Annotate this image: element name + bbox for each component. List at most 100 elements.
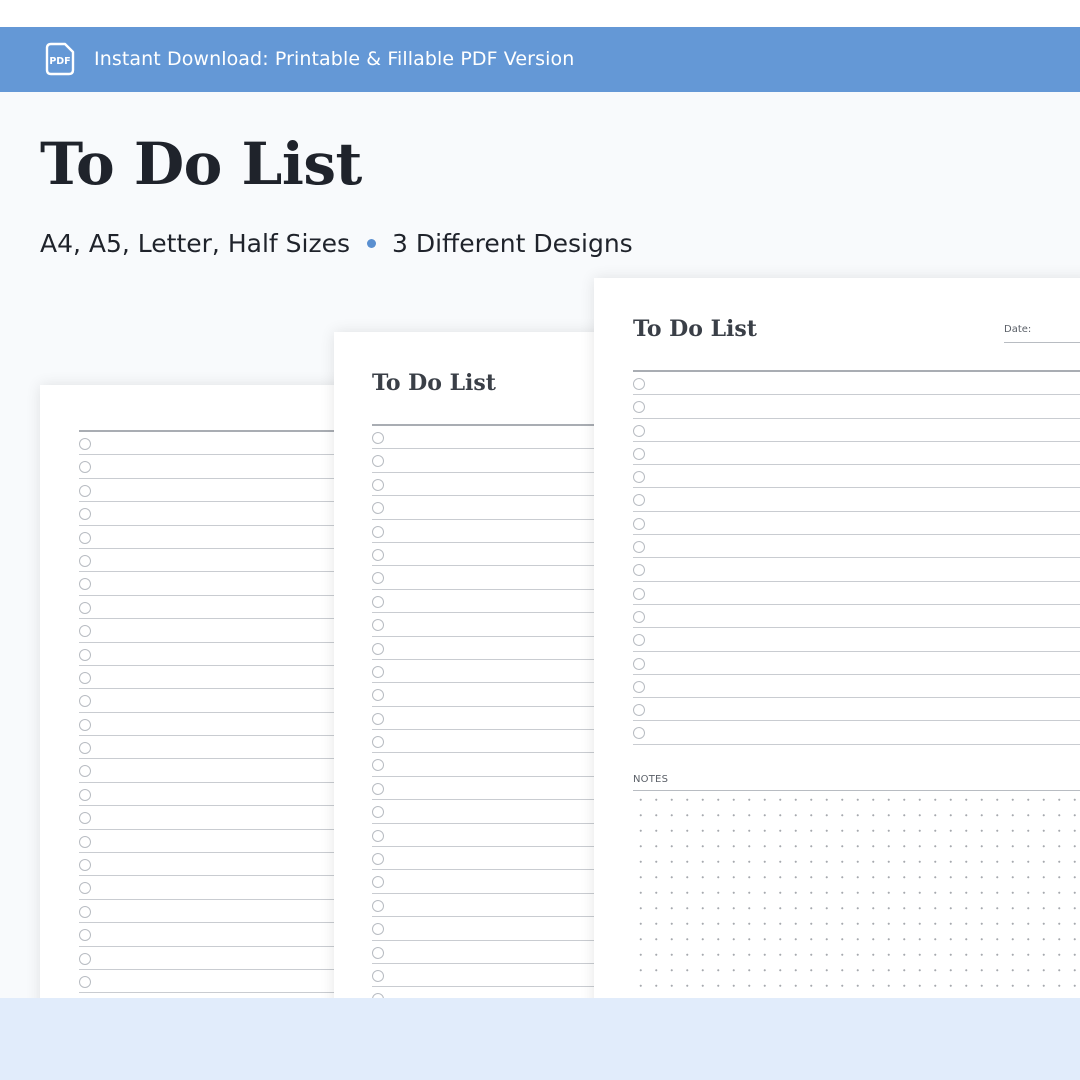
product-image: PDF Instant Download: Printable & Fillab… — [0, 0, 1080, 1080]
checkbox-circle-icon[interactable] — [633, 657, 645, 670]
task-row — [633, 465, 1080, 489]
checkbox-circle-icon[interactable] — [372, 432, 384, 444]
pdf-file-icon: PDF — [45, 42, 75, 76]
checkbox-circle-icon[interactable] — [372, 876, 384, 889]
checkbox-circle-icon[interactable] — [79, 671, 91, 684]
task-row — [79, 900, 360, 924]
checkbox-circle-icon[interactable] — [633, 634, 645, 647]
checkbox-circle-icon[interactable] — [633, 610, 645, 623]
page-title: To Do List — [40, 130, 362, 198]
checkbox-circle-icon[interactable] — [372, 969, 384, 982]
checkbox-circle-icon[interactable] — [79, 765, 91, 778]
subtitle-sizes: A4, A5, Letter, Half Sizes — [40, 229, 350, 258]
checkbox-circle-icon[interactable] — [79, 531, 91, 544]
checkbox-circle-icon[interactable] — [633, 680, 645, 693]
checkbox-circle-icon[interactable] — [79, 578, 91, 591]
checkbox-circle-icon[interactable] — [79, 859, 91, 872]
checkbox-circle-icon[interactable] — [633, 401, 645, 414]
checkbox-circle-icon[interactable] — [79, 788, 91, 801]
checkbox-circle-icon[interactable] — [372, 455, 384, 468]
checkbox-circle-icon[interactable] — [633, 564, 645, 577]
checkbox-circle-icon[interactable] — [79, 929, 91, 942]
checkbox-circle-icon[interactable] — [79, 508, 91, 521]
sheet-title: To Do List — [633, 316, 757, 342]
checkbox-circle-icon[interactable] — [372, 689, 384, 702]
checkbox-circle-icon[interactable] — [372, 946, 384, 959]
task-row — [633, 558, 1080, 582]
checkbox-circle-icon[interactable] — [372, 502, 384, 515]
checkbox-circle-icon[interactable] — [372, 923, 384, 936]
task-row — [372, 566, 624, 590]
task-row — [372, 449, 624, 473]
checkbox-circle-icon[interactable] — [633, 378, 645, 390]
checkbox-circle-icon[interactable] — [633, 704, 645, 717]
checkbox-circle-icon[interactable] — [633, 424, 645, 437]
checkbox-circle-icon[interactable] — [633, 587, 645, 600]
task-row — [633, 652, 1080, 675]
checkbox-circle-icon[interactable] — [372, 899, 384, 912]
checkbox-circle-icon[interactable] — [79, 554, 91, 567]
checkbox-circle-icon[interactable] — [372, 642, 384, 655]
checkbox-circle-icon[interactable] — [79, 484, 91, 497]
checkbox-circle-icon[interactable] — [372, 806, 384, 819]
task-row — [79, 830, 360, 854]
task-row — [79, 689, 360, 713]
task-row — [79, 806, 360, 830]
checkbox-circle-icon[interactable] — [79, 742, 91, 755]
task-row — [372, 917, 624, 941]
checkbox-circle-icon[interactable] — [372, 736, 384, 749]
banner-text: Instant Download: Printable & Fillable P… — [94, 48, 575, 70]
checkbox-circle-icon[interactable] — [79, 601, 91, 614]
task-row — [372, 543, 624, 567]
task-row — [79, 947, 360, 970]
subtitle: A4, A5, Letter, Half Sizes 3 Different D… — [40, 229, 633, 258]
checkbox-circle-icon[interactable] — [79, 461, 91, 474]
task-row — [633, 675, 1080, 699]
checkbox-circle-icon[interactable] — [372, 759, 384, 772]
checkbox-circle-icon[interactable] — [372, 525, 384, 538]
checkbox-circle-icon[interactable] — [79, 438, 91, 450]
checkbox-circle-icon[interactable] — [633, 541, 645, 554]
checkbox-circle-icon[interactable] — [372, 572, 384, 585]
checkbox-circle-icon[interactable] — [79, 952, 91, 965]
checkbox-circle-icon[interactable] — [79, 812, 91, 825]
checkbox-circle-icon[interactable] — [372, 829, 384, 842]
checkbox-circle-icon[interactable] — [79, 695, 91, 708]
checkbox-circle-icon[interactable] — [372, 619, 384, 632]
checkbox-circle-icon[interactable] — [79, 648, 91, 661]
checkbox-circle-icon[interactable] — [372, 665, 384, 678]
checkbox-circle-icon[interactable] — [372, 853, 384, 866]
task-row — [372, 660, 624, 684]
checkbox-circle-icon[interactable] — [79, 625, 91, 638]
task-row — [372, 637, 624, 660]
todo-sheet-design-1 — [40, 385, 360, 1025]
checkbox-circle-icon[interactable] — [372, 478, 384, 491]
checkbox-circle-icon[interactable] — [633, 727, 645, 740]
checkbox-circle-icon[interactable] — [372, 712, 384, 725]
checkbox-circle-icon[interactable] — [79, 975, 91, 988]
task-row — [79, 596, 360, 620]
checkbox-circle-icon[interactable] — [79, 718, 91, 731]
task-row — [79, 643, 360, 666]
checkbox-circle-icon[interactable] — [633, 447, 645, 460]
top-strip — [0, 0, 1080, 27]
task-row — [79, 783, 360, 807]
checkbox-circle-icon[interactable] — [79, 882, 91, 895]
bullet-separator — [367, 239, 376, 248]
task-row — [372, 777, 624, 801]
checkbox-circle-icon[interactable] — [79, 835, 91, 848]
task-row — [79, 970, 360, 994]
task-row — [79, 713, 360, 737]
task-row — [372, 590, 624, 614]
checkbox-circle-icon[interactable] — [372, 782, 384, 795]
checkbox-circle-icon[interactable] — [372, 548, 384, 561]
checkbox-circle-icon[interactable] — [79, 905, 91, 918]
checkbox-circle-icon[interactable] — [633, 517, 645, 530]
checkbox-circle-icon[interactable] — [372, 595, 384, 608]
task-row — [372, 753, 624, 777]
checkbox-circle-icon[interactable] — [633, 494, 645, 507]
task-row — [79, 432, 360, 456]
checkbox-circle-icon[interactable] — [633, 471, 645, 484]
task-row — [372, 847, 624, 871]
date-line — [1004, 342, 1080, 343]
